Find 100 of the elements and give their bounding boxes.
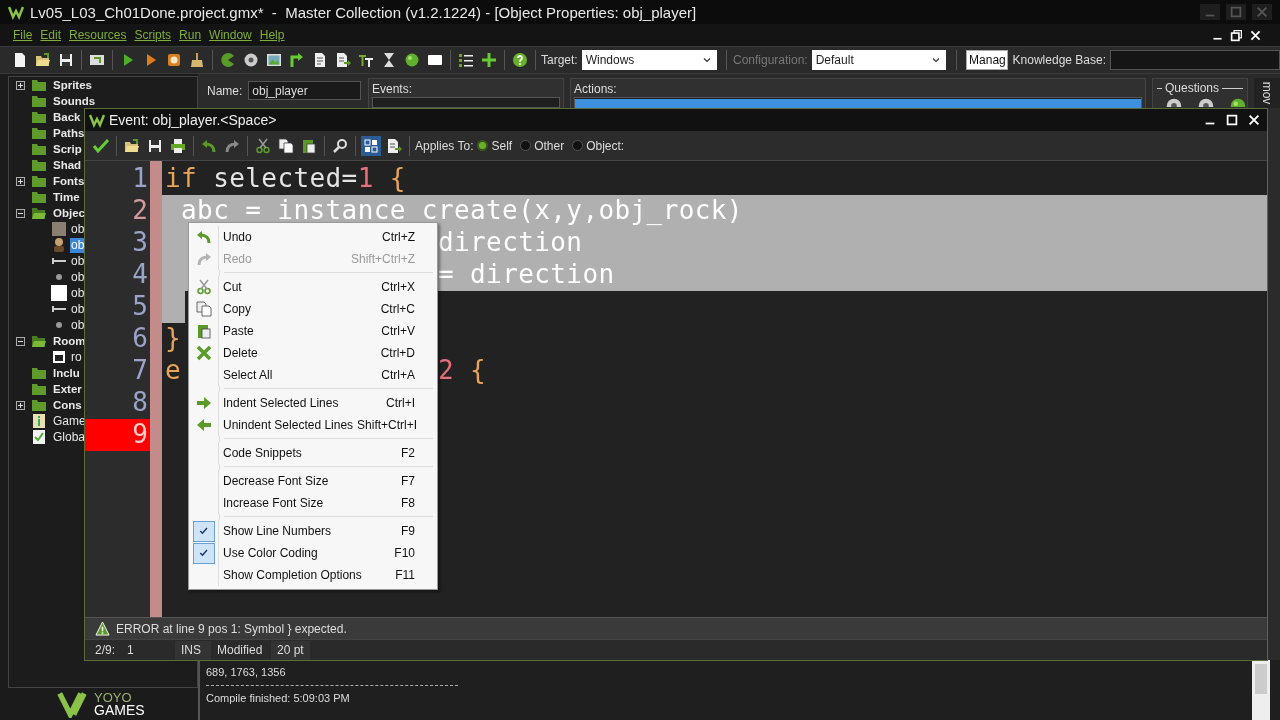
tree-item[interactable]: ob [70,317,86,333]
manage-button[interactable]: Manag [966,50,1008,70]
name-label: Name: [207,84,243,98]
menu-item[interactable]: Help [256,28,288,42]
tree-item[interactable]: Paths [52,125,86,141]
menu-item[interactable]: Scripts [131,28,175,42]
code-text: e [165,355,182,385]
menu-item[interactable]: Delete Ctrl+D [189,342,437,364]
tree-item[interactable]: Fonts [52,173,86,189]
object-icon[interactable] [403,52,420,68]
menu-item[interactable]: Resources [66,28,130,42]
menu-item[interactable]: Use Color Coding F10 [189,542,437,564]
tree-item[interactable]: ob [70,221,86,237]
expander-icon[interactable] [15,336,25,346]
tree-item[interactable]: Objec [52,205,86,221]
tree-item[interactable]: Globa [52,429,87,445]
info-icon [31,413,47,429]
status-text: INS [175,640,211,660]
expander-icon[interactable] [15,208,25,218]
print-icon[interactable] [169,137,186,154]
tree-item[interactable]: Exter [52,381,83,397]
font-icon[interactable] [357,52,374,68]
output-line: 689, 1763, 1356 [206,666,287,679]
menu-item[interactable]: Paste Ctrl+V [189,320,437,342]
knowledge-base-field[interactable] [1110,50,1280,70]
export-icon[interactable] [88,52,105,68]
tree-item[interactable]: Room [52,333,87,349]
check-icon[interactable] [92,137,109,154]
tree-item[interactable]: Back [52,109,82,125]
code-text: direction [437,227,583,257]
tree-item[interactable]: ob [70,253,86,269]
sound-icon[interactable] [242,52,259,68]
broom-icon[interactable] [188,52,205,68]
tree-item[interactable]: ro [70,349,83,365]
tree-item[interactable]: Sounds [52,93,97,109]
menu-item[interactable]: Select All Ctrl+A [189,364,437,386]
menu-item[interactable]: Undo Ctrl+Z [189,226,437,248]
tree-item[interactable]: Shad [52,157,83,173]
copy-icon[interactable] [277,137,294,154]
open-folder-icon[interactable] [123,137,140,154]
expander-icon[interactable] [15,400,25,410]
redo-icon[interactable] [223,137,240,154]
room-icon[interactable] [426,52,443,68]
menu-item[interactable]: Decrease Font Size F7 [189,470,437,492]
save-icon[interactable] [57,52,74,68]
tree-item[interactable]: Time [52,189,81,205]
tree-item[interactable]: Game [52,413,87,429]
line-number: 8 [131,387,149,419]
maximize-button[interactable] [1225,113,1239,127]
side-tab[interactable]: mov [1254,78,1280,108]
menu-item[interactable]: Increase Font Size F8 [189,492,437,514]
menu-item[interactable]: Unindent Selected Lines Shift+Ctrl+I [189,414,437,436]
target-dropdown[interactable]: Windows [581,50,717,70]
radio-button[interactable]: Self [477,138,513,153]
menu-item[interactable]: Cut Ctrl+X [189,276,437,298]
expander-icon[interactable] [15,176,25,186]
tree-item[interactable]: Cons [52,397,83,413]
tree-item[interactable]: Sprites [52,77,93,93]
menu-item[interactable]: Window [206,28,255,42]
line-number: 4 [131,259,149,291]
menu-item[interactable]: Code Snippets F2 [189,442,437,464]
name-field[interactable]: obj_player [248,81,362,100]
menu-item[interactable]: Copy Ctrl+C [189,298,437,320]
menu-item[interactable]: Show Completion Options F11 [189,564,437,586]
list-icon[interactable] [457,52,474,68]
paste-icon[interactable] [300,137,317,154]
tree-item[interactable]: Scrip [52,141,83,157]
document-icon[interactable] [385,137,402,154]
open-folder-icon[interactable] [34,52,51,68]
stop-icon[interactable] [165,52,182,68]
path-icon[interactable] [288,52,305,68]
menu-item[interactable]: File [10,28,36,42]
save-icon[interactable] [146,137,163,154]
line-number: 3 [131,227,149,259]
radio-button[interactable]: Other [520,138,565,153]
plus-icon[interactable] [480,52,497,68]
restore-button[interactable] [1230,28,1243,42]
close-button[interactable] [1249,28,1262,42]
tree-item[interactable]: ob [70,301,86,317]
help-icon[interactable] [511,52,528,68]
shader-icon[interactable] [334,52,351,68]
menu-item[interactable]: Run [176,28,205,42]
expander-icon[interactable] [15,80,25,90]
menu-item[interactable]: Edit [37,28,65,42]
cut-icon[interactable] [254,137,271,154]
undo-icon[interactable] [200,137,217,154]
tree-item[interactable]: Inclu [52,365,81,381]
close-button[interactable] [1247,113,1261,127]
tree-item[interactable]: ob [70,285,86,301]
search-icon[interactable] [331,137,348,154]
configuration-dropdown[interactable]: Default [811,50,947,70]
grid-icon[interactable] [362,137,379,154]
scrollbar[interactable] [1252,660,1270,720]
menu-item[interactable]: Indent Selected Lines Ctrl+I [189,392,437,414]
radio-button[interactable]: Object: [572,138,625,153]
sprite-icon[interactable] [219,52,236,68]
applies-to-label: Applies To: [415,138,474,153]
image-icon[interactable] [265,52,282,68]
menu-item[interactable]: Show Line Numbers F9 [189,520,437,542]
tree-item[interactable]: ob [70,269,86,285]
